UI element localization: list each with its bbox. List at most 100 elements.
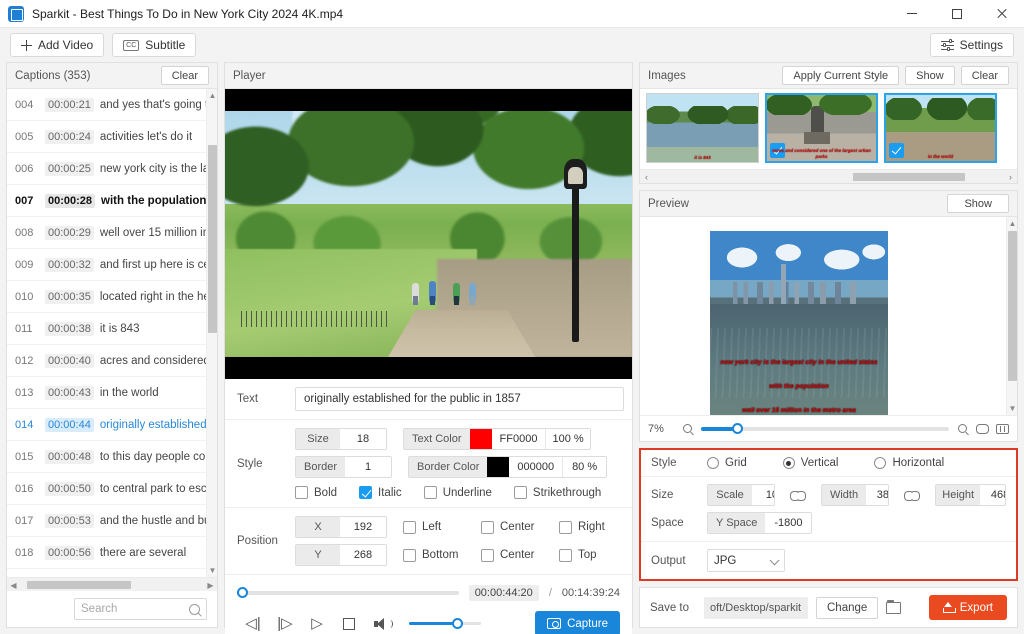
link-icon[interactable] <box>791 489 805 501</box>
seek-handle[interactable] <box>237 587 248 598</box>
bold-checkbox[interactable]: Bold <box>295 486 337 499</box>
thumbnail-scroll-left-icon[interactable]: ‹ <box>640 170 653 184</box>
images-show-button[interactable]: Show <box>905 66 955 85</box>
video-canvas[interactable] <box>225 89 632 379</box>
folder-icon[interactable] <box>886 602 901 614</box>
add-video-button[interactable]: Add Video <box>10 33 104 57</box>
fit-to-screen-icon[interactable] <box>976 424 989 434</box>
position-y-field[interactable]: Y 268 <box>295 544 387 566</box>
text-color-field[interactable]: Text Color FF0000 100 % <box>403 428 591 450</box>
list-item[interactable]: it is 843 <box>646 93 759 163</box>
scroll-right-icon[interactable]: ▶ <box>204 578 217 592</box>
x-value[interactable]: 192 <box>340 517 386 537</box>
border-width-field[interactable]: Border 1 <box>295 456 392 478</box>
minimize-button[interactable] <box>889 0 934 28</box>
text-color-swatch[interactable] <box>470 429 492 450</box>
style-option-vertical[interactable]: Vertical <box>783 457 839 469</box>
image-thumbnail-strip[interactable]: it is 843acres and considered one of the… <box>640 89 1017 169</box>
border-color-field[interactable]: Border Color 000000 80 % <box>408 456 607 478</box>
border-color-hex[interactable]: 000000 <box>509 457 562 477</box>
table-row[interactable]: 01700:00:53and the hustle and bustle <box>7 505 217 537</box>
thumbnail-scroll-right-icon[interactable]: › <box>1004 170 1017 184</box>
table-row[interactable]: 00500:00:24activities let's do it <box>7 121 217 153</box>
y-value[interactable]: 268 <box>340 545 386 565</box>
thumbnail-scroll-thumb[interactable] <box>853 173 965 181</box>
table-row[interactable]: 01400:00:44originally established for <box>7 409 217 441</box>
align-left-checkbox[interactable]: Left <box>403 521 481 534</box>
captions-scroll-thumb[interactable] <box>208 145 217 333</box>
play-button[interactable]: ▷ <box>301 612 333 634</box>
table-row[interactable]: 01600:00:50to central park to escape <box>7 473 217 505</box>
border-value[interactable]: 1 <box>345 457 391 477</box>
table-row[interactable]: 01200:00:40acres and considered on <box>7 345 217 377</box>
table-row[interactable]: 01300:00:43in the world <box>7 377 217 409</box>
previous-frame-button[interactable]: ◁| <box>237 612 269 634</box>
position-x-field[interactable]: X 192 <box>295 516 387 538</box>
style-option-grid[interactable]: Grid <box>707 457 747 469</box>
scroll-down-icon[interactable]: ▼ <box>207 564 217 577</box>
y-space-field[interactable]: Y Space -1800 <box>707 512 812 534</box>
table-row[interactable]: 01500:00:48to this day people come <box>7 441 217 473</box>
y-space-value[interactable]: -1800 <box>765 513 811 533</box>
output-format-select[interactable]: JPG <box>707 549 785 572</box>
subtitle-button[interactable]: CC Subtitle <box>112 33 196 57</box>
italic-checkbox[interactable]: Italic <box>359 486 402 499</box>
settings-button[interactable]: Settings <box>930 33 1014 57</box>
volume-slider[interactable] <box>409 622 481 625</box>
export-button[interactable]: Export <box>929 595 1007 620</box>
volume-handle[interactable] <box>452 618 463 629</box>
table-row[interactable]: 00700:00:28with the population <box>7 185 217 217</box>
table-row[interactable]: 00800:00:29well over 15 million in th <box>7 217 217 249</box>
text-color-opacity[interactable]: 100 % <box>545 429 589 449</box>
preview-scroll-thumb[interactable] <box>1008 231 1017 381</box>
scale-field[interactable]: Scale 100 <box>707 484 775 506</box>
font-size-value[interactable]: 18 <box>340 429 386 449</box>
captions-horizontal-scrollbar[interactable]: ◀ ▶ <box>7 577 217 591</box>
captions-hscroll-thumb[interactable] <box>27 581 131 589</box>
captions-list[interactable]: 00400:00:21and yes that's going to in005… <box>7 89 217 577</box>
zoom-handle[interactable] <box>732 423 743 434</box>
table-row[interactable]: 01900:00:57architectural and artistic <box>7 569 217 577</box>
height-value[interactable]: 4680 <box>980 485 1006 505</box>
table-row[interactable]: 01000:00:35located right in the heart <box>7 281 217 313</box>
search-input[interactable]: Search <box>74 598 207 620</box>
actual-size-icon[interactable] <box>996 424 1009 434</box>
next-frame-button[interactable]: |▷ <box>269 612 301 634</box>
zoom-out-icon[interactable] <box>681 422 694 435</box>
strikethrough-checkbox[interactable]: Strikethrough <box>514 486 601 499</box>
align-right-checkbox[interactable]: Right <box>559 521 637 534</box>
scroll-left-icon[interactable]: ◀ <box>7 578 20 592</box>
table-row[interactable]: 01800:00:56there are several <box>7 537 217 569</box>
stop-button[interactable] <box>333 612 365 634</box>
align-center-h-checkbox[interactable]: Center <box>481 521 559 534</box>
preview-vertical-scrollbar[interactable]: ▲ ▼ <box>1006 217 1017 415</box>
scale-value[interactable]: 100 <box>752 485 775 505</box>
width-value[interactable]: 3840 <box>866 485 889 505</box>
underline-checkbox[interactable]: Underline <box>424 486 492 499</box>
captions-clear-button[interactable]: Clear <box>161 66 209 85</box>
preview-scroll-down-icon[interactable]: ▼ <box>1007 402 1017 415</box>
align-center-v-checkbox[interactable]: Center <box>481 549 559 562</box>
text-color-hex[interactable]: FF0000 <box>492 429 546 449</box>
table-row[interactable]: 01100:00:38it is 843 <box>7 313 217 345</box>
font-size-field[interactable]: Size 18 <box>295 428 387 450</box>
apply-current-style-button[interactable]: Apply Current Style <box>782 66 899 85</box>
preview-show-button[interactable]: Show <box>947 194 1009 213</box>
align-top-checkbox[interactable]: Top <box>559 549 637 562</box>
preview-scroll-up-icon[interactable]: ▲ <box>1007 217 1017 230</box>
list-item[interactable]: in the world <box>884 93 997 163</box>
change-path-button[interactable]: Change <box>816 597 878 619</box>
table-row[interactable]: 00600:00:25new york city is the large <box>7 153 217 185</box>
width-field[interactable]: Width 3840 <box>821 484 889 506</box>
style-option-horizontal[interactable]: Horizontal <box>874 457 944 469</box>
volume-button[interactable] <box>365 612 397 634</box>
images-clear-button[interactable]: Clear <box>961 66 1009 85</box>
list-item[interactable]: acres and considered one of the largest … <box>765 93 878 163</box>
scroll-up-icon[interactable]: ▲ <box>207 89 217 102</box>
align-bottom-checkbox[interactable]: Bottom <box>403 549 481 562</box>
zoom-in-icon[interactable] <box>956 422 969 435</box>
capture-button[interactable]: Capture <box>535 611 620 634</box>
preview-canvas[interactable]: new york city is the largest city in the… <box>640 217 1017 415</box>
border-color-swatch[interactable] <box>487 457 509 478</box>
close-button[interactable] <box>979 0 1024 28</box>
